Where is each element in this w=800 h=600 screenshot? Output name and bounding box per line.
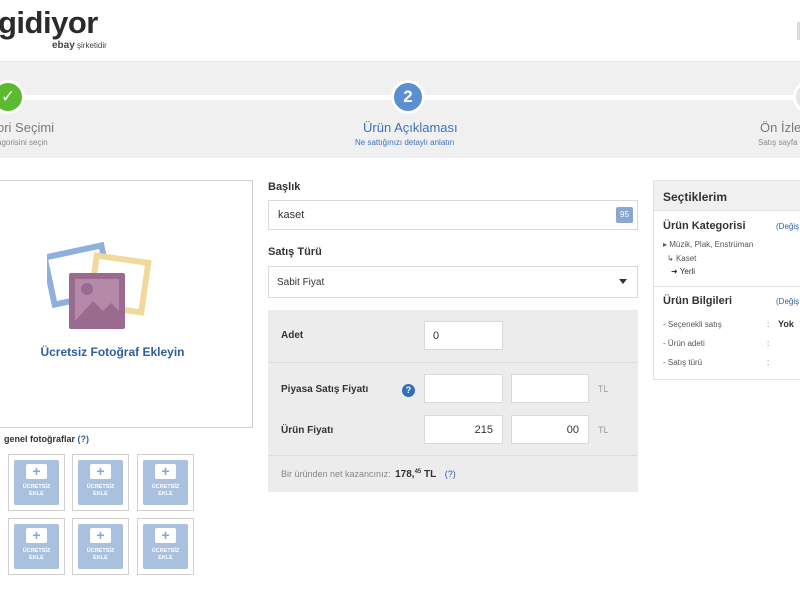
plus-icon: + bbox=[155, 464, 176, 479]
help-icon[interactable]: ? bbox=[402, 384, 415, 397]
divider bbox=[654, 286, 800, 287]
category-label: Ürün Kategorisi bbox=[663, 220, 746, 232]
photo-slot-2[interactable]: + ÜCRETSİZ EKLE bbox=[72, 454, 129, 511]
net-earnings: Bir üründen net kazancınız: 178,45 TL (?… bbox=[281, 469, 456, 480]
photo-slot-tile: + ÜCRETSİZ EKLE bbox=[14, 460, 59, 505]
selections-title: Seçtiklerim bbox=[663, 190, 728, 204]
step-number: 2 bbox=[391, 80, 425, 114]
photo-slot-1[interactable]: + ÜCRETSİZ EKLE bbox=[8, 454, 65, 511]
general-photos-text: genel fotoğraflar bbox=[4, 434, 76, 444]
page: gidiyor ebay şirketidir ✓ ori Seçimi ago… bbox=[0, 0, 800, 600]
info-colon: : bbox=[767, 339, 770, 348]
info-row-sale-type: - Satış türü bbox=[663, 358, 703, 367]
info-label: Ürün Bilgileri bbox=[663, 295, 733, 307]
plus-icon: + bbox=[90, 528, 111, 543]
photo-slot-6[interactable]: + ÜCRETSİZ EKLE bbox=[137, 518, 194, 575]
site-header: gidiyor ebay şirketidir bbox=[0, 0, 800, 62]
photo-slot-tile: + ÜCRETSİZ EKLE bbox=[143, 524, 188, 569]
photo-upload-area[interactable]: Ücretsiz Fotoğraf Ekleyin bbox=[0, 180, 253, 428]
info-colon: : bbox=[767, 320, 770, 329]
photo-slot-text: ÜCRETSİZ EKLE bbox=[22, 548, 51, 561]
price-input[interactable]: 215 bbox=[424, 415, 503, 444]
photo-slot-tile: + ÜCRETSİZ EKLE bbox=[143, 460, 188, 505]
logo-sub-text: şirketidir bbox=[77, 41, 107, 50]
divider bbox=[268, 362, 638, 363]
price-cents-input[interactable]: 00 bbox=[511, 415, 589, 444]
logo-sub-brand: ebay bbox=[52, 40, 75, 51]
title-label: Başlık bbox=[268, 181, 301, 193]
net-earnings-help-link[interactable]: (?) bbox=[445, 469, 456, 479]
divider bbox=[268, 455, 638, 456]
photo-slot-tile: + ÜCRETSİZ EKLE bbox=[14, 524, 59, 569]
logo[interactable]: gidiyor bbox=[0, 5, 98, 41]
quantity-label: Adet bbox=[281, 330, 304, 341]
photo-slot-5[interactable]: + ÜCRETSİZ EKLE bbox=[72, 518, 129, 575]
sale-type-select[interactable]: Sabit Fiyat bbox=[268, 266, 638, 298]
info-row-options: - Seçenekli satış bbox=[663, 320, 722, 329]
general-photos-label: genel fotoğraflar (?) bbox=[4, 434, 89, 444]
add-photo-label[interactable]: Ücretsiz Fotoğraf Ekleyin bbox=[0, 345, 226, 359]
category-level-3: ➜ Yerli bbox=[671, 267, 696, 276]
plus-icon: + bbox=[26, 528, 47, 543]
photo-upload-icon bbox=[47, 241, 152, 329]
plus-icon: + bbox=[26, 464, 47, 479]
net-earnings-text: Bir üründen net kazancınız: bbox=[281, 469, 391, 479]
general-photos-help-link[interactable]: (?) bbox=[78, 434, 90, 444]
market-price-cents-input[interactable] bbox=[511, 374, 589, 403]
photo-slot-text: ÜCRETSİZ EKLE bbox=[86, 548, 115, 561]
step-number bbox=[793, 80, 800, 114]
selections-header: Seçtiklerim bbox=[654, 181, 800, 211]
chevron-down-icon bbox=[619, 279, 627, 284]
photo-slot-text: ÜCRETSİZ EKLE bbox=[151, 548, 180, 561]
category-level-1: ▸ Müzik, Plak, Enstrüman bbox=[663, 240, 754, 249]
price-label: Ürün Fiyatı bbox=[281, 425, 334, 436]
step-subtitle: Satış sayfa bbox=[758, 138, 798, 147]
info-row-options-value: Yok bbox=[778, 319, 794, 329]
photo-slot-4[interactable]: + ÜCRETSİZ EKLE bbox=[8, 518, 65, 575]
market-price-label: Piyasa Satış Fiyatı bbox=[281, 384, 369, 395]
step-title: Ürün Açıklaması bbox=[363, 120, 458, 135]
currency-label: TL bbox=[598, 384, 609, 394]
step-subtitle: Ne sattığınızı detaylı anlatın bbox=[355, 138, 455, 147]
sale-type-label: Satış Türü bbox=[268, 246, 322, 258]
progress-steps: ✓ ori Seçimi agorisini seçin 2 Ürün Açık… bbox=[0, 62, 800, 158]
info-colon: : bbox=[767, 358, 770, 367]
currency-label: TL bbox=[598, 425, 609, 435]
sale-type-value: Sabit Fiyat bbox=[277, 277, 325, 288]
step-subtitle: agorisini seçin bbox=[0, 138, 48, 147]
category-change-link[interactable]: (Değiş bbox=[776, 222, 799, 231]
photo-slot-tile: + ÜCRETSİZ EKLE bbox=[78, 460, 123, 505]
title-input-value: kaset bbox=[278, 209, 305, 221]
quantity-input[interactable]: 0 bbox=[424, 321, 503, 350]
step-title: ori Seçimi bbox=[0, 120, 55, 135]
plus-icon: + bbox=[90, 464, 111, 479]
title-char-counter: 95 bbox=[616, 207, 633, 223]
market-price-input[interactable] bbox=[424, 374, 503, 403]
title-input[interactable]: kaset 95 bbox=[268, 200, 638, 230]
info-row-quantity: - Ürün adeti bbox=[663, 339, 705, 348]
photo-slot-3[interactable]: + ÜCRETSİZ EKLE bbox=[137, 454, 194, 511]
step-title: Ön İzle bbox=[760, 120, 800, 135]
logo-subtitle: ebay şirketidir bbox=[52, 40, 107, 51]
photo-slot-text: ÜCRETSİZ EKLE bbox=[86, 484, 115, 497]
step-done-check-icon: ✓ bbox=[0, 80, 25, 114]
net-earnings-value: 178,45 TL bbox=[395, 469, 437, 480]
price-panel: Adet 0 Piyasa Satış Fiyatı ? TL Ürün Fiy… bbox=[268, 310, 638, 492]
info-change-link[interactable]: (Değiş bbox=[776, 297, 799, 306]
photo-slot-text: ÜCRETSİZ EKLE bbox=[151, 484, 180, 497]
category-level-2: ↳ Kaset bbox=[667, 254, 697, 263]
photo-slot-text: ÜCRETSİZ EKLE bbox=[22, 484, 51, 497]
photo-slot-tile: + ÜCRETSİZ EKLE bbox=[78, 524, 123, 569]
plus-icon: + bbox=[155, 528, 176, 543]
selections-panel: Seçtiklerim Ürün Kategorisi (Değiş ▸ Müz… bbox=[653, 180, 800, 380]
